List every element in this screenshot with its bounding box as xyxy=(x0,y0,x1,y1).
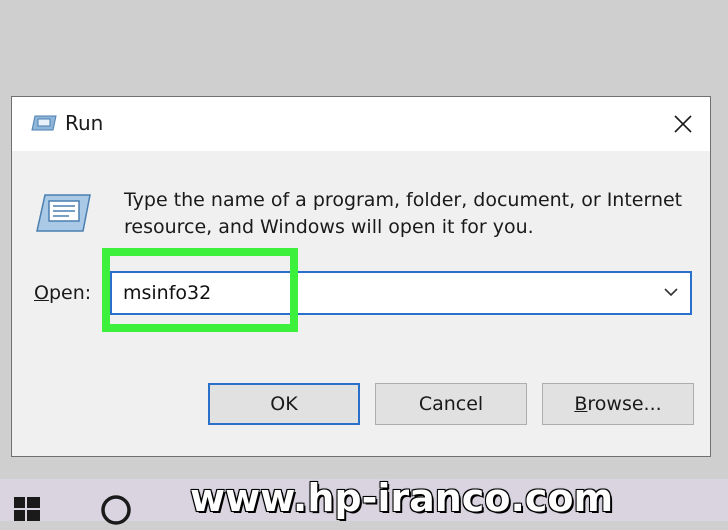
run-app-icon xyxy=(31,115,57,131)
highlight-box xyxy=(102,248,298,332)
title-bar[interactable]: Run xyxy=(12,97,710,151)
browse-button[interactable]: Browse... xyxy=(542,383,694,425)
close-button[interactable] xyxy=(656,97,710,151)
dialog-description: Type the name of a program, folder, docu… xyxy=(124,189,683,238)
ok-button[interactable]: OK xyxy=(208,383,360,425)
window-title: Run xyxy=(65,111,104,135)
watermark-text: www.hp-iranco.com xyxy=(190,476,614,520)
browse-label: rowse... xyxy=(587,393,662,415)
chevron-down-icon[interactable] xyxy=(662,283,680,301)
browse-accelerator: B xyxy=(574,393,588,415)
close-icon xyxy=(674,115,692,133)
open-label-accelerator: O xyxy=(34,282,49,304)
search-circle-icon[interactable] xyxy=(96,490,136,530)
windows-start-icon[interactable] xyxy=(14,494,40,521)
run-app-icon xyxy=(36,194,91,232)
cancel-button[interactable]: Cancel xyxy=(375,383,527,425)
open-label: Open: xyxy=(34,282,91,304)
open-label-text: pen: xyxy=(48,282,92,304)
run-dialog: Run Type the name of a program, folder, … xyxy=(11,96,711,457)
